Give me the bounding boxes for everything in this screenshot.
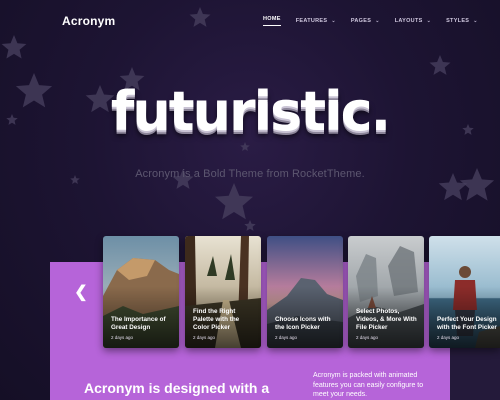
carousel-card[interactable]: Find the Right Palette with the Color Pi… bbox=[185, 236, 261, 348]
star-icon bbox=[429, 55, 451, 75]
star-icon bbox=[215, 183, 253, 220]
nav-item-layouts[interactable]: LAYOUTS ⌄ bbox=[395, 16, 431, 26]
main-nav: HOME FEATURES ⌄ PAGES ⌄ LAYOUTS ⌄ STYLES… bbox=[263, 16, 493, 26]
card-date: 2 days ago bbox=[111, 335, 134, 340]
star-icon bbox=[189, 7, 211, 27]
chevron-down-icon: ⌄ bbox=[426, 18, 432, 24]
nav-item-features[interactable]: FEATURES ⌄ bbox=[296, 16, 336, 26]
nav-label: LAYOUTS bbox=[394, 18, 423, 24]
carousel-card[interactable]: Choose Icons with the Icon Picker 2 days… bbox=[267, 236, 343, 348]
carousel-card[interactable]: The Importance of Great Design 2 days ag… bbox=[103, 236, 179, 348]
hero-subtitle: Acronym is a Bold Theme from RocketTheme… bbox=[135, 168, 365, 180]
chevron-down-icon: ⌄ bbox=[331, 18, 336, 24]
star-icon bbox=[1, 35, 27, 59]
hero-title: futuristic. bbox=[110, 80, 391, 143]
star-icon bbox=[244, 220, 256, 231]
nav-item-pages[interactable]: PAGES ⌄ bbox=[351, 16, 380, 26]
card-title: Perfect Your Design with the Font Picker bbox=[437, 316, 497, 331]
chevron-left-icon: ❮ bbox=[74, 284, 88, 301]
card-title: Choose Icons with the Icon Picker bbox=[275, 316, 331, 331]
nav-label: PAGES bbox=[350, 18, 372, 24]
card-date: 2 days ago bbox=[356, 335, 379, 340]
panel-heading: Acronym is designed with a bbox=[84, 380, 270, 396]
hero-section: Acronym HOME FEATURES ⌄ PAGES ⌄ LAYOUTS … bbox=[0, 0, 500, 400]
chevron-down-icon: ⌄ bbox=[375, 18, 380, 24]
card-title: Select Photos, Videos, & More With File … bbox=[356, 308, 417, 331]
carousel-card[interactable]: Perfect Your Design with the Font Picker… bbox=[429, 236, 500, 348]
card-date: 2 days ago bbox=[193, 335, 216, 340]
carousel-card[interactable]: Select Photos, Videos, & More With File … bbox=[348, 236, 424, 348]
site-logo[interactable]: Acronym bbox=[62, 14, 115, 28]
card-title: Find the Right Palette with the Color Pi… bbox=[193, 308, 240, 331]
nav-label: HOME bbox=[263, 16, 281, 22]
nav-item-styles[interactable]: STYLES ⌄ bbox=[446, 16, 478, 26]
card-date: 2 days ago bbox=[437, 335, 460, 340]
star-icon bbox=[240, 142, 250, 151]
chevron-down-icon: ⌄ bbox=[473, 18, 478, 24]
card-date: 2 days ago bbox=[275, 335, 298, 340]
nav-label: STYLES bbox=[446, 18, 470, 24]
card-title: The Importance of Great Design bbox=[111, 316, 166, 331]
nav-item-home[interactable]: HOME bbox=[263, 16, 281, 26]
carousel-prev-button[interactable]: ❮ bbox=[74, 284, 88, 302]
panel-description: Acronym is packed with animated features… bbox=[313, 372, 424, 398]
nav-label: FEATURES bbox=[295, 18, 328, 24]
